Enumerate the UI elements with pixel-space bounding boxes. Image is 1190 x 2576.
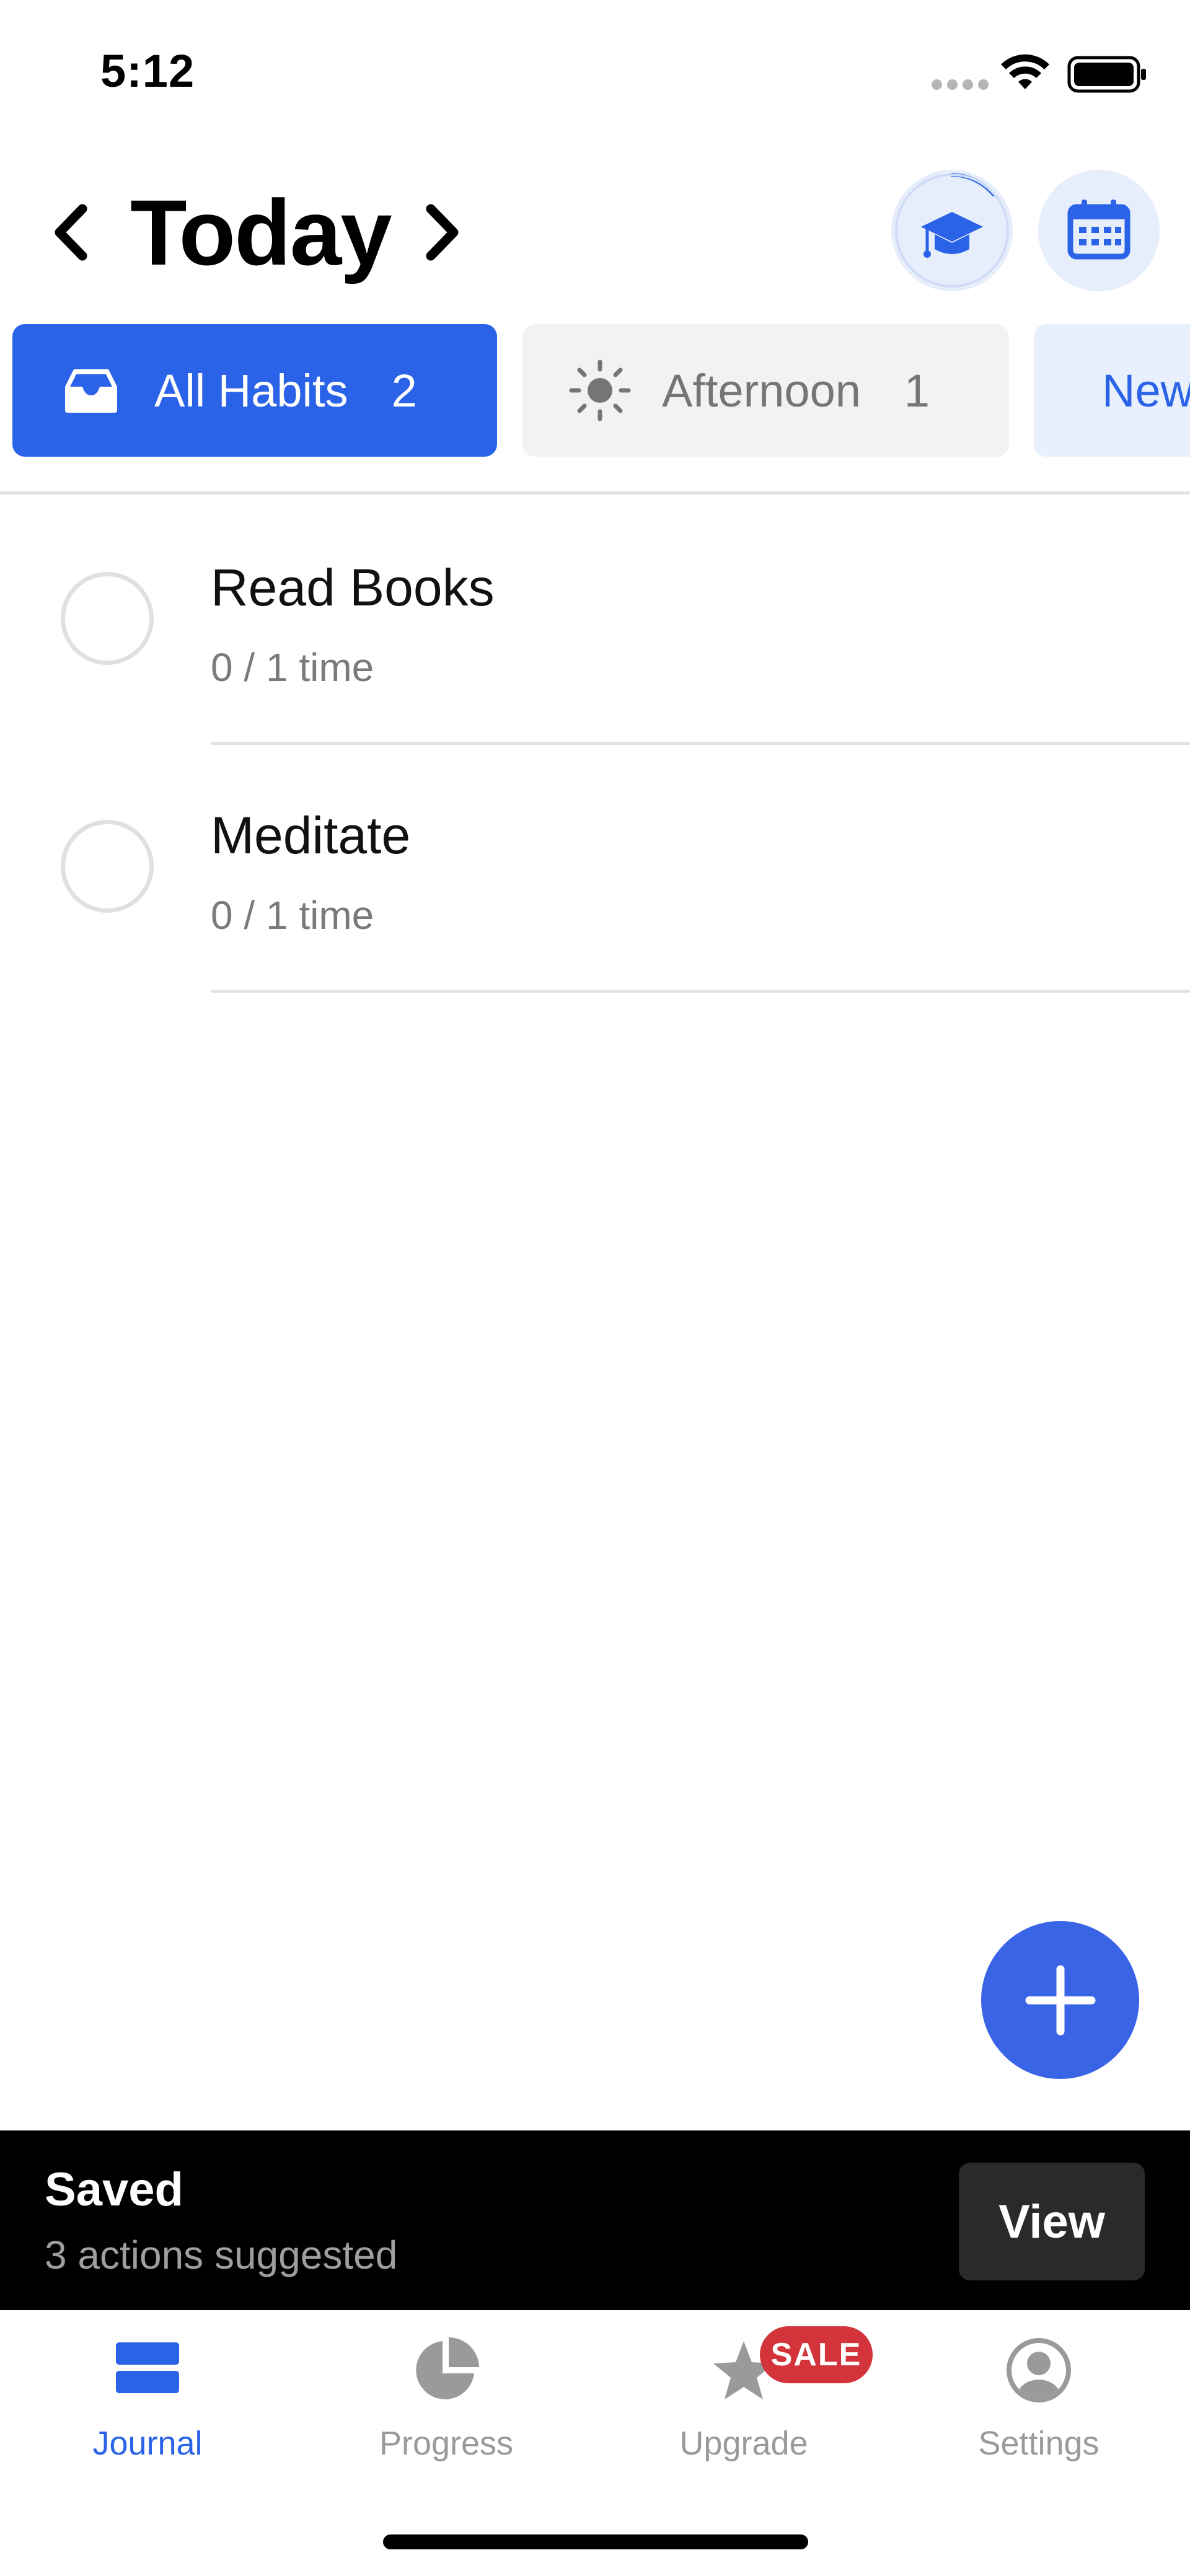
- habit-row[interactable]: Read Books 0 / 1 time: [0, 496, 1190, 745]
- previous-day-button[interactable]: [48, 201, 92, 263]
- tab-label-settings: Settings: [978, 2425, 1100, 2462]
- filter-tab-all-habits[interactable]: All Habits 2: [12, 324, 497, 457]
- journal-icon: [116, 2342, 179, 2393]
- sun-icon: [569, 359, 631, 421]
- snackbar-view-button[interactable]: View: [959, 2163, 1145, 2280]
- inbox-icon: [65, 369, 117, 413]
- tab-label-upgrade: Upgrade: [679, 2425, 808, 2462]
- new-area-button[interactable]: New Area: [1034, 324, 1190, 457]
- page-title: Today: [130, 180, 392, 284]
- tab-settings[interactable]: [915, 2336, 1163, 2407]
- add-habit-button[interactable]: [981, 1921, 1139, 2079]
- profile-icon: [1007, 2338, 1071, 2402]
- tab-progress[interactable]: [322, 2336, 570, 2407]
- learn-button[interactable]: [891, 170, 1013, 291]
- tab-label-progress: Progress: [379, 2425, 514, 2462]
- wifi-icon: [1001, 54, 1049, 89]
- tab-label-journal: Journal: [92, 2425, 203, 2462]
- filter-count: 1: [904, 364, 930, 416]
- habit-check-circle[interactable]: [61, 572, 154, 665]
- row-divider: [211, 990, 1190, 993]
- filter-tab-afternoon[interactable]: Afternoon 1: [522, 324, 1009, 457]
- status-time: 5:12: [100, 45, 195, 97]
- battery-icon: [1067, 56, 1146, 93]
- habit-progress: 0 / 1 time: [211, 645, 374, 690]
- snackbar-subtitle: 3 actions suggested: [45, 2233, 398, 2277]
- tab-journal[interactable]: [24, 2336, 271, 2401]
- filter-label: New Area: [1102, 364, 1190, 416]
- home-indicator: [383, 2534, 808, 2549]
- calendar-button[interactable]: [1038, 170, 1160, 291]
- habit-name: Meditate: [211, 806, 411, 864]
- calendar-icon: [1067, 200, 1130, 260]
- next-day-button[interactable]: [421, 201, 465, 263]
- pie-chart-icon: [416, 2337, 479, 2399]
- snackbar-title: Saved: [45, 2163, 183, 2216]
- graduation-cap-icon: [895, 173, 1009, 288]
- filter-label: All Habits: [154, 364, 348, 416]
- plus-icon: [1025, 1965, 1095, 2035]
- habit-row[interactable]: Meditate 0 / 1 time: [0, 744, 1190, 993]
- filter-label: Afternoon: [662, 364, 861, 416]
- sale-badge: SALE: [760, 2326, 873, 2383]
- habit-progress: 0 / 1 time: [211, 893, 374, 938]
- habit-check-circle[interactable]: [61, 820, 154, 913]
- header-divider: [0, 491, 1190, 495]
- habit-name: Read Books: [211, 558, 495, 617]
- filter-count: 2: [391, 364, 417, 416]
- cellular-signal-icon: [932, 79, 989, 90]
